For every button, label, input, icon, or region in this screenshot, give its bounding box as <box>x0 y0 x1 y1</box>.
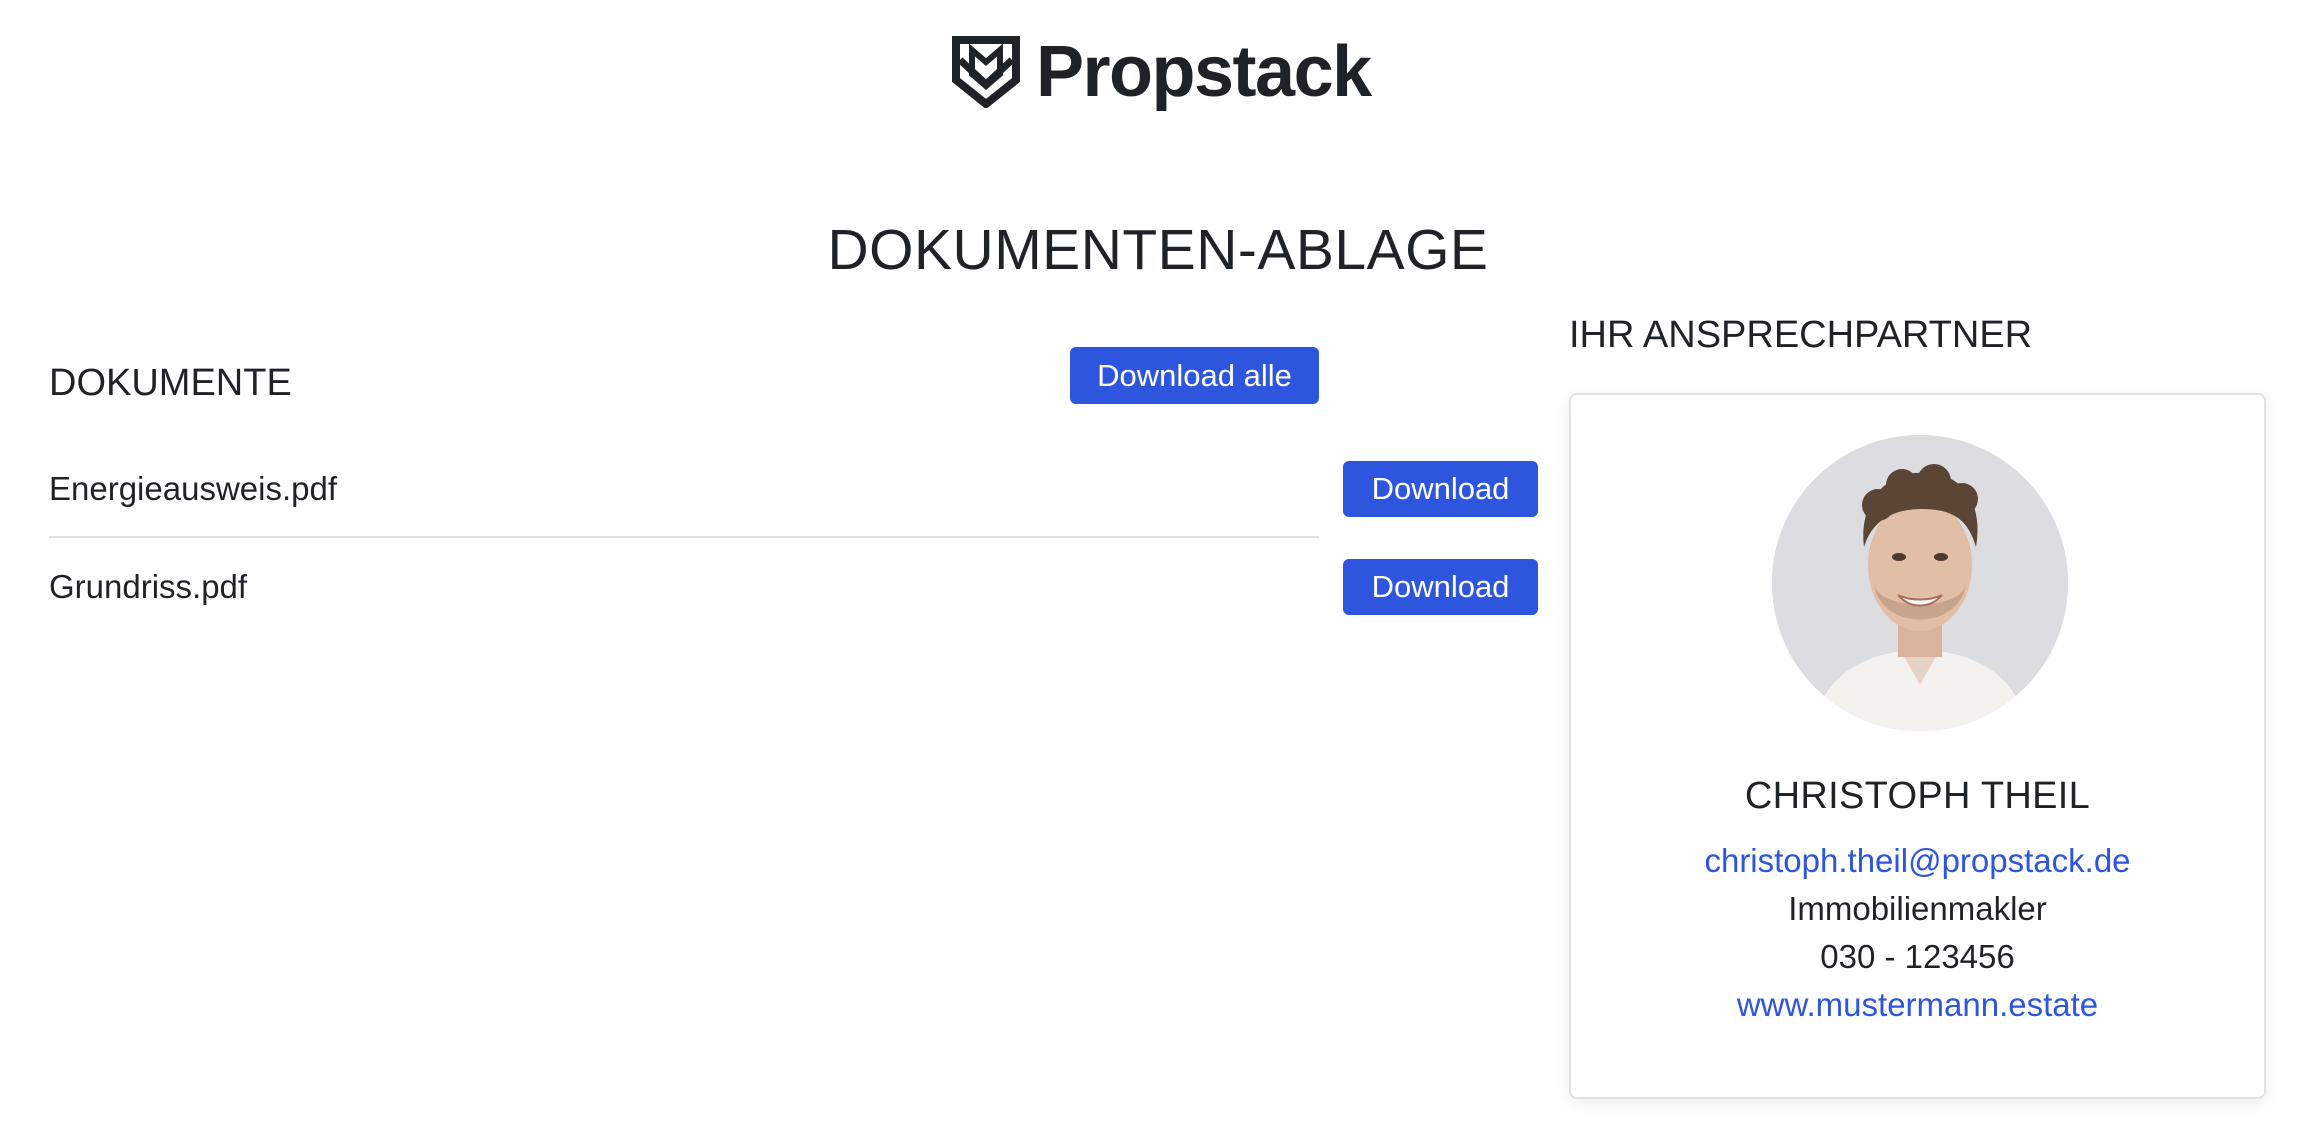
document-storage-page: Propstack DOKUMENTEN-ABLAGE DOKUMENTE Do… <box>0 0 2316 1146</box>
contact-card: CHRISTOPH THEIL christoph.theil@propstac… <box>1569 393 2266 1099</box>
avatar <box>1772 435 2068 731</box>
contact-name: CHRISTOPH THEIL <box>1744 775 2091 817</box>
contact-website-link[interactable]: www.mustermann.estate <box>1571 983 2264 1027</box>
brand-name: Propstack <box>1036 32 1372 112</box>
document-divider <box>49 536 1319 538</box>
contact-email-link[interactable]: christoph.theil@propstack.de <box>1571 839 2264 883</box>
contact-role: Immobilienmakler <box>1788 890 2047 927</box>
contact-phone: 030 - 123456 <box>1820 938 2015 975</box>
download-all-button[interactable]: Download alle <box>1070 347 1319 404</box>
propstack-logo[interactable]: Propstack <box>950 32 1372 112</box>
document-name: Grundriss.pdf <box>49 568 248 605</box>
documents-heading: DOKUMENTE <box>49 362 292 404</box>
download-button[interactable]: Download <box>1343 559 1538 615</box>
document-name: Energieausweis.pdf <box>49 470 338 507</box>
contact-heading: IHR ANSPRECHPARTNER <box>1569 314 2033 356</box>
download-button[interactable]: Download <box>1343 461 1538 517</box>
page-title: DOKUMENTEN-ABLAGE <box>827 218 1489 282</box>
propstack-shield-icon <box>950 36 1022 108</box>
